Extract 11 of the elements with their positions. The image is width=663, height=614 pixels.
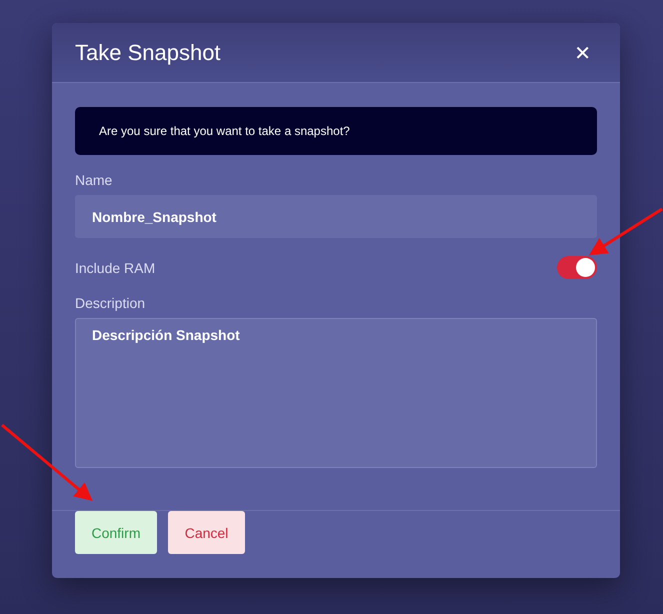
name-field[interactable]: Nombre_Snapshot <box>75 195 597 238</box>
confirm-button[interactable]: Confirm <box>75 511 157 554</box>
alert-message: Are you sure that you want to take a snapshot? <box>75 107 597 155</box>
field-label: Description <box>75 295 146 311</box>
field-label: Name <box>75 172 114 188</box>
include-ram-toggle[interactable] <box>557 256 597 279</box>
cancel-button[interactable]: Cancel <box>168 511 245 554</box>
toggle-label: Include RAM <box>75 260 156 276</box>
dialog-title: Take Snapshot <box>75 40 221 66</box>
close-button[interactable]: ✕ <box>568 40 597 64</box>
description-field[interactable]: Descripción Snapshot <box>75 318 597 468</box>
